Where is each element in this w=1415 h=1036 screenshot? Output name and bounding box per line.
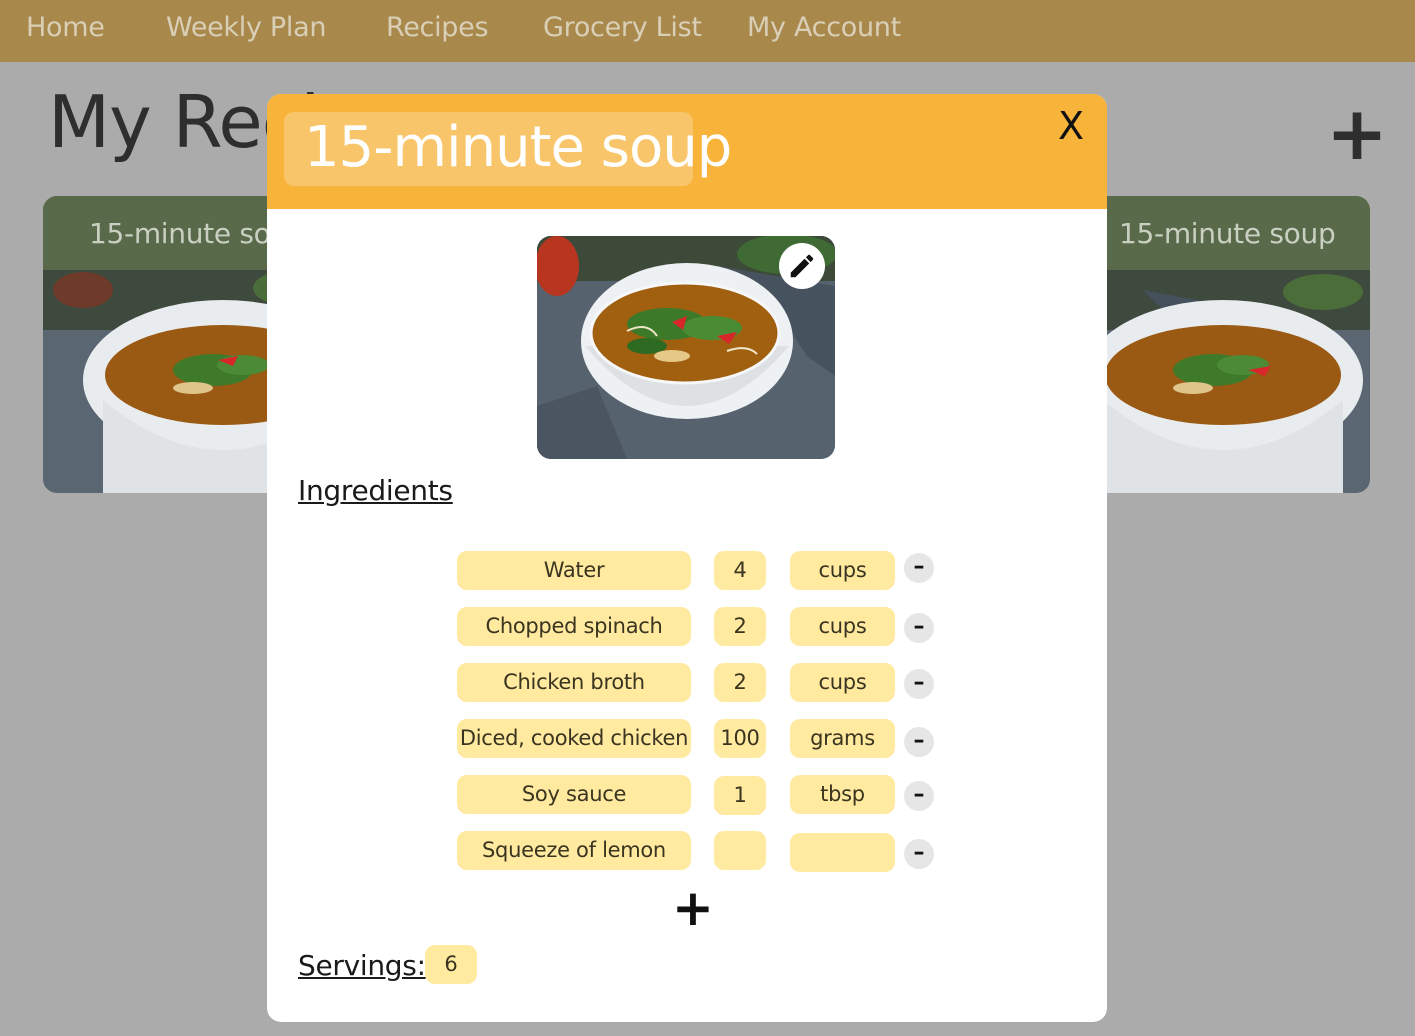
recipe-title-input[interactable]: 15-minute soup: [284, 112, 732, 186]
remove-ingredient-button[interactable]: –: [904, 839, 934, 869]
remove-ingredient-button[interactable]: –: [904, 553, 934, 583]
ingredient-name-input[interactable]: Water: [457, 551, 691, 590]
ingredient-unit-input[interactable]: tbsp: [790, 775, 895, 814]
top-nav: Home Weekly Plan Recipes Grocery List My…: [0, 0, 1415, 62]
add-recipe-button[interactable]: +: [1326, 97, 1388, 171]
nav-my-account[interactable]: My Account: [747, 12, 901, 43]
nav-recipes[interactable]: Recipes: [386, 12, 489, 43]
remove-ingredient-button[interactable]: –: [904, 613, 934, 643]
ingredient-quantity-input[interactable]: [714, 831, 766, 870]
servings-input[interactable]: 6: [425, 945, 477, 984]
ingredient-quantity-input[interactable]: 2: [714, 607, 766, 646]
nav-weekly-plan[interactable]: Weekly Plan: [166, 12, 326, 43]
pencil-icon: [790, 254, 814, 278]
ingredient-quantity-input[interactable]: 1: [714, 776, 766, 815]
ingredient-name-input[interactable]: Squeeze of lemon: [457, 831, 691, 870]
ingredient-unit-input[interactable]: cups: [790, 663, 895, 702]
ingredient-row: Water 4 cups –: [267, 551, 1107, 591]
ingredient-unit-input[interactable]: [790, 833, 895, 872]
ingredient-quantity-input[interactable]: 2: [714, 663, 766, 702]
ingredient-row: Chicken broth 2 cups –: [267, 663, 1107, 703]
modal-header: 15-minute soup X: [267, 94, 1107, 209]
recipe-photo: [537, 236, 835, 459]
ingredient-quantity-input[interactable]: 100: [714, 719, 766, 758]
ingredient-name-input[interactable]: Diced, cooked chicken: [457, 719, 691, 758]
close-button[interactable]: X: [1055, 106, 1087, 146]
ingredient-row: Soy sauce 1 tbsp –: [267, 775, 1107, 815]
edit-photo-button[interactable]: [779, 243, 825, 289]
ingredient-unit-input[interactable]: grams: [790, 719, 895, 758]
nav-home[interactable]: Home: [26, 12, 105, 43]
nav-grocery-list[interactable]: Grocery List: [543, 12, 702, 43]
ingredient-unit-input[interactable]: cups: [790, 607, 895, 646]
recipe-modal: 15-minute soup X Ingredients Water 4 cup…: [267, 94, 1107, 1022]
ingredient-name-input[interactable]: Chicken broth: [457, 663, 691, 702]
ingredient-name-input[interactable]: Soy sauce: [457, 775, 691, 814]
ingredient-row: Diced, cooked chicken 100 grams –: [267, 719, 1107, 759]
servings-label: Servings:: [298, 949, 426, 982]
ingredient-quantity-input[interactable]: 4: [714, 551, 766, 590]
add-ingredient-button[interactable]: +: [672, 883, 714, 933]
ingredient-row: Squeeze of lemon –: [267, 831, 1107, 872]
ingredient-unit-input[interactable]: cups: [790, 551, 895, 590]
ingredients-heading: Ingredients: [298, 474, 453, 507]
ingredient-row: Chopped spinach 2 cups –: [267, 607, 1107, 647]
remove-ingredient-button[interactable]: –: [904, 727, 934, 757]
remove-ingredient-button[interactable]: –: [904, 781, 934, 811]
ingredient-name-input[interactable]: Chopped spinach: [457, 607, 691, 646]
remove-ingredient-button[interactable]: –: [904, 669, 934, 699]
